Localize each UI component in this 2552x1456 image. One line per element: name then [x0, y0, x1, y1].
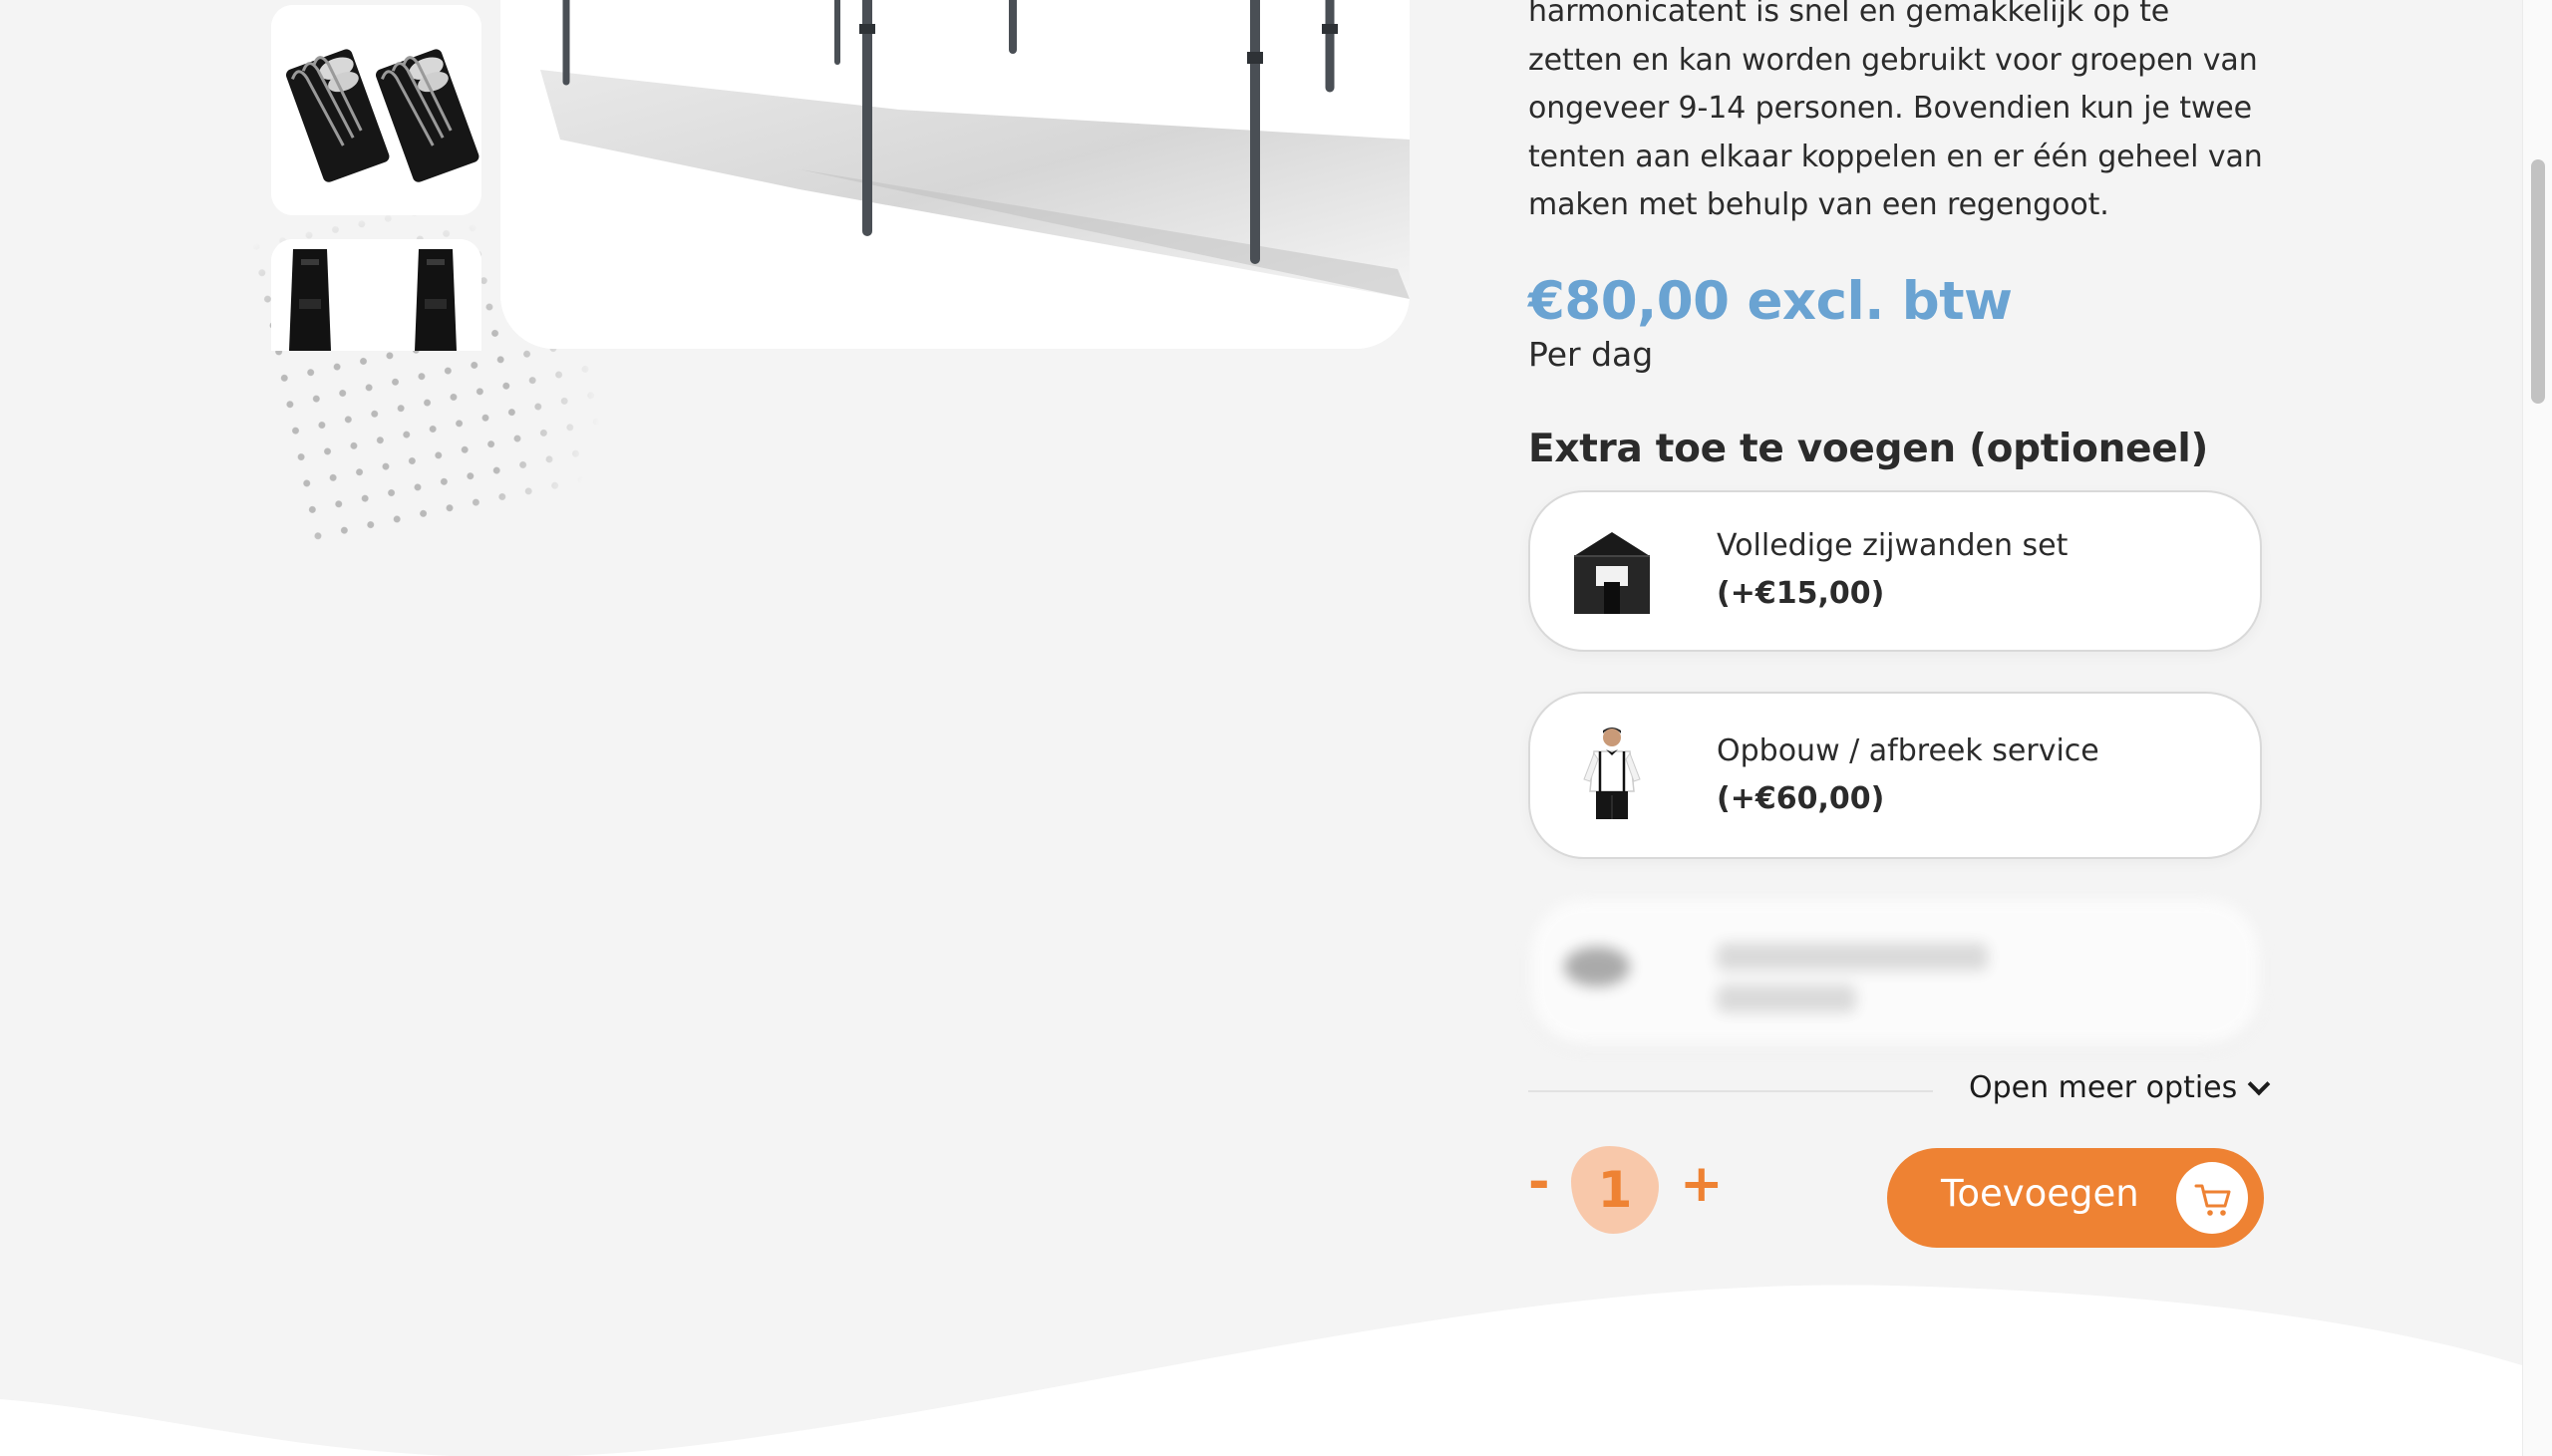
- quantity-value[interactable]: 1: [1571, 1154, 1659, 1226]
- blurred-option-name: [1717, 943, 1988, 971]
- divider: [1528, 1090, 1933, 1092]
- page-scrollbar[interactable]: [2522, 0, 2552, 1456]
- extra-option-name: Opbouw / afbreek service: [1717, 733, 2099, 768]
- blurred-option-icon: [1564, 947, 1630, 987]
- open-more-options-button[interactable]: Open meer opties: [1969, 1070, 2271, 1105]
- extra-option-sidewalls[interactable]: Volledige zijwanden set (+€15,00): [1528, 490, 2262, 652]
- cart-icon: [2176, 1162, 2248, 1234]
- section-wave-divider: [0, 1285, 2522, 1456]
- tent-frame-image: [500, 0, 1410, 349]
- product-page: harmonicatent is snel en gemakkelijk op …: [0, 0, 2522, 1456]
- scrollbar-thumb[interactable]: [2531, 159, 2545, 404]
- weight-bags-image: [271, 239, 481, 351]
- extra-option-service[interactable]: Opbouw / afbreek service (+€60,00): [1528, 692, 2262, 859]
- add-to-cart-label: Toevoegen: [1941, 1172, 2139, 1215]
- extra-option-name: Volledige zijwanden set: [1717, 528, 2069, 563]
- add-to-cart-button[interactable]: Toevoegen: [1887, 1148, 2264, 1248]
- quantity-decrease-button[interactable]: -: [1528, 1156, 1550, 1208]
- tent-sidewall-icon: [1560, 520, 1664, 624]
- open-more-options-label: Open meer opties: [1969, 1070, 2238, 1105]
- gallery-thumbnail-weights[interactable]: [271, 239, 481, 351]
- service-person-icon: [1560, 722, 1664, 825]
- extras-heading: Extra toe te voegen (optioneel): [1528, 427, 2208, 471]
- extra-option-hidden-blurred: [1528, 897, 2262, 1046]
- pegs-bag-image: [271, 5, 481, 215]
- extra-option-price: (+€15,00): [1717, 576, 1885, 611]
- quantity-increase-button[interactable]: +: [1680, 1158, 1724, 1210]
- product-price: €80,00 excl. btw: [1528, 271, 2013, 332]
- price-unit: Per dag: [1528, 335, 1654, 374]
- blurred-option-price: [1717, 985, 1856, 1013]
- chevron-down-icon: [2247, 1072, 2271, 1095]
- gallery-thumbnail-pegs[interactable]: [271, 5, 481, 215]
- main-product-image[interactable]: [500, 0, 1410, 349]
- extra-option-price: (+€60,00): [1717, 781, 1885, 816]
- product-description: harmonicatent is snel en gemakkelijk op …: [1528, 0, 2263, 222]
